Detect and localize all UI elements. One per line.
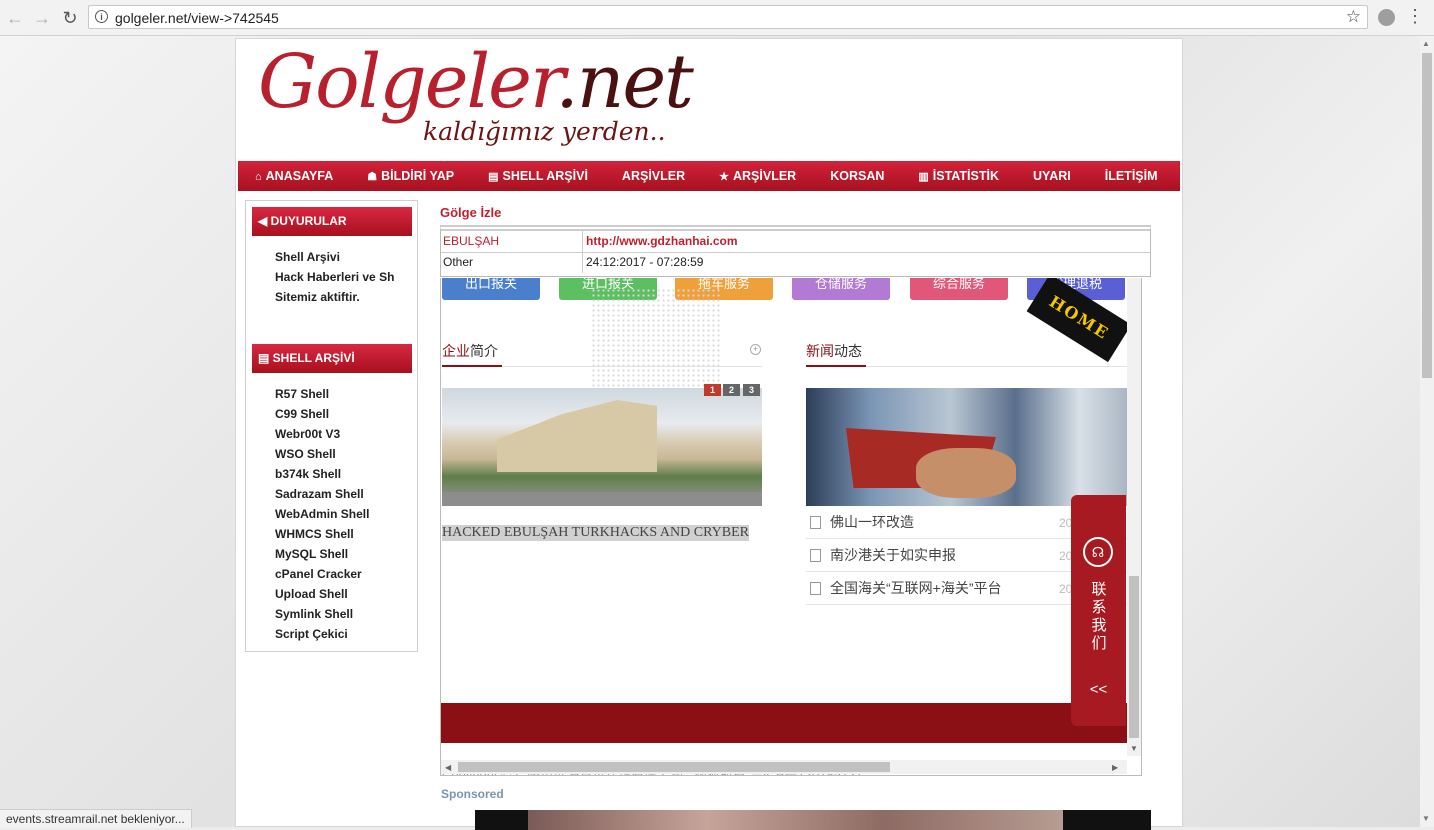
shell-link[interactable]: Sadrazam Shell <box>275 484 369 504</box>
collapse-icon[interactable]: << <box>1071 681 1126 698</box>
announcements-list: Shell Arşivi Hack Haberleri ve Sh Sitemi… <box>275 247 394 307</box>
logo-tagline: kaldığımız yerden.. <box>423 117 666 146</box>
browser-toolbar: ← → ↻ i golgeler.net/view->742545 ☆ ⋮ <box>0 0 1434 36</box>
forward-arrow-icon[interactable]: → <box>32 8 52 28</box>
shell-link[interactable]: MySQL Shell <box>275 544 369 564</box>
mirror-info-table: EBULŞAH http://www.gdzhanhai.com Other 2… <box>440 225 1151 277</box>
menu-item-bildiri-yap[interactable]: ☗ BİLDİRİ YAP <box>350 169 471 183</box>
announcement-item[interactable]: Hack Haberleri ve Sh <box>275 267 394 287</box>
scroll-up-arrow-icon[interactable]: ▲ <box>1422 39 1430 48</box>
menu-item-anasayfa[interactable]: ⌂ ANASAYFA <box>238 169 350 183</box>
service-button[interactable]: 出口报关 <box>442 278 540 300</box>
page-scrollbar-thumb[interactable] <box>1422 53 1432 378</box>
hacked-message: HACKED EBULŞAH TURKHACKS AND CRYBER <box>442 525 750 541</box>
world-map-dots <box>591 288 721 388</box>
sponsored-label: Sponsored <box>441 787 504 801</box>
iframe-horizontal-thumb[interactable] <box>458 762 890 772</box>
main-menu: ⌂ ANASAYFA ☗ BİLDİRİ YAP ▤ SHELL ARŞİVİ ARŞ… <box>238 161 1180 191</box>
user-icon: ☗ <box>367 171 378 183</box>
announcements-header: ◀ DUYURULAR <box>252 207 412 236</box>
shell-link[interactable]: Script Çekici <box>275 624 369 644</box>
iframe-vertical-thumb[interactable] <box>1129 576 1139 738</box>
reload-icon[interactable]: ↻ <box>60 8 80 28</box>
menu-item-shell-arsivi[interactable]: ▤ SHELL ARŞİVİ <box>471 169 605 183</box>
contact-us-widget[interactable]: ☊ 联系我们 << <box>1071 495 1126 726</box>
service-button[interactable]: 综合服务 <box>910 278 1008 300</box>
slide-page-1[interactable]: 1 <box>704 384 721 396</box>
headset-icon: ☊ <box>1083 537 1113 567</box>
shell-link[interactable]: b374k Shell <box>275 464 369 484</box>
shell-link[interactable]: C99 Shell <box>275 404 369 424</box>
back-arrow-icon[interactable]: ← <box>5 8 25 28</box>
page-scrollbar[interactable]: ▲ ▼ <box>1420 36 1434 827</box>
iframe-vertical-scrollbar[interactable]: ▼ <box>1127 278 1141 756</box>
scroll-down-arrow-icon[interactable]: ▼ <box>1422 814 1430 823</box>
attack-type: Other <box>443 255 474 269</box>
bookmark-star-icon[interactable]: ☆ <box>1346 7 1361 27</box>
file-icon: ▤ <box>488 171 499 183</box>
announcement-item[interactable]: Sitemiz aktiftir. <box>275 287 394 307</box>
menu-item-arsivler-star[interactable]: ★ ARŞİVLER <box>702 169 813 183</box>
menu-item-arsivler[interactable]: ARŞİVLER <box>605 169 702 183</box>
menu-item-iletisim[interactable]: İLETİŞİM <box>1088 169 1175 183</box>
menu-item-istatistik[interactable]: ▥ İSTATİSTİK <box>901 169 1016 183</box>
slide-page-2[interactable]: 2 <box>723 384 740 396</box>
table-row: Other 24:12:2017 - 07:28:59 <box>441 252 1150 273</box>
url-text[interactable]: golgeler.net/view->742545 <box>115 10 279 26</box>
target-url-link[interactable]: http://www.gdzhanhai.com <box>586 231 738 252</box>
building-photo <box>442 388 762 506</box>
scroll-left-arrow-icon[interactable]: ◀ <box>445 763 451 772</box>
status-bar: events.streamrail.net bekleniyor... <box>0 809 192 828</box>
slide-page-3[interactable]: 3 <box>743 384 760 396</box>
shell-link[interactable]: WHMCS Shell <box>275 524 369 544</box>
sidebar: ◀ DUYURULAR Shell Arşivi Hack Haberleri … <box>245 200 418 652</box>
mirror-iframe[interactable]: 出口报关 进口报关 拖车服务 仓储服务 综合服务 代理退税 企业简介 + 新闻动… <box>440 278 1142 776</box>
info-icon[interactable]: i <box>95 10 108 23</box>
attacker-name: EBULŞAH <box>443 234 500 248</box>
logo-main-text: Golgeler <box>258 39 557 125</box>
iframe-horizontal-scrollbar[interactable]: ◀ ▶ <box>441 760 1127 774</box>
page-title: Gölge İzle <box>440 205 502 220</box>
menu-item-korsan[interactable]: KORSAN <box>813 169 901 183</box>
shell-link[interactable]: R57 Shell <box>275 384 369 404</box>
contact-us-label: 联系我们 <box>1091 581 1107 652</box>
document-icon <box>810 582 821 595</box>
shell-link[interactable]: Webr00t V3 <box>275 424 369 444</box>
menu-item-uyari[interactable]: UYARI <box>1016 169 1088 183</box>
shell-link[interactable]: WebAdmin Shell <box>275 504 369 524</box>
shell-list: R57 Shell C99 Shell Webr00t V3 WSO Shell… <box>275 384 369 644</box>
address-bar[interactable]: i golgeler.net/view->742545 ☆ <box>88 5 1368 29</box>
home-icon: ⌂ <box>255 171 262 183</box>
extension-globe-icon[interactable] <box>1378 9 1395 26</box>
service-button[interactable]: 仓储服务 <box>792 278 890 300</box>
more-plus-icon[interactable]: + <box>750 344 761 355</box>
ship-handshake-photo <box>806 388 1128 506</box>
scroll-right-arrow-icon[interactable]: ▶ <box>1112 763 1118 772</box>
shell-link[interactable]: cPanel Cracker <box>275 564 369 584</box>
file-icon: ▤ <box>258 351 273 365</box>
announcement-item[interactable]: Shell Arşivi <box>275 247 394 267</box>
news-section-title: 新闻动态 <box>806 343 862 359</box>
footer-band <box>441 703 1141 743</box>
shell-archive-header: ▤ SHELL ARŞİVİ <box>252 344 412 373</box>
browser-menu-icon[interactable]: ⋮ <box>1406 7 1424 25</box>
shell-link[interactable]: Symlink Shell <box>275 604 369 624</box>
sponsored-ad[interactable] <box>475 810 1151 830</box>
table-row: EBULŞAH http://www.gdzhanhai.com <box>441 231 1150 252</box>
bar-chart-icon: ▥ <box>918 171 929 183</box>
scroll-down-arrow-icon[interactable]: ▼ <box>1130 744 1138 753</box>
site-container: Golgeler.net kaldığımız yerden.. ⌂ ANASAY… <box>235 38 1183 830</box>
star-icon: ★ <box>719 171 729 183</box>
shell-link[interactable]: WSO Shell <box>275 444 369 464</box>
document-icon <box>810 516 821 529</box>
megaphone-icon: ◀ <box>258 214 271 228</box>
attack-date: 24:12:2017 - 07:28:59 <box>586 255 704 269</box>
document-icon <box>810 549 821 562</box>
about-section-title: 企业简介 <box>442 343 498 359</box>
site-logo[interactable]: Golgeler.net kaldığımız yerden.. <box>248 39 694 157</box>
shell-link[interactable]: Upload Shell <box>275 584 369 604</box>
logo-suffix-text: .net <box>555 39 694 125</box>
